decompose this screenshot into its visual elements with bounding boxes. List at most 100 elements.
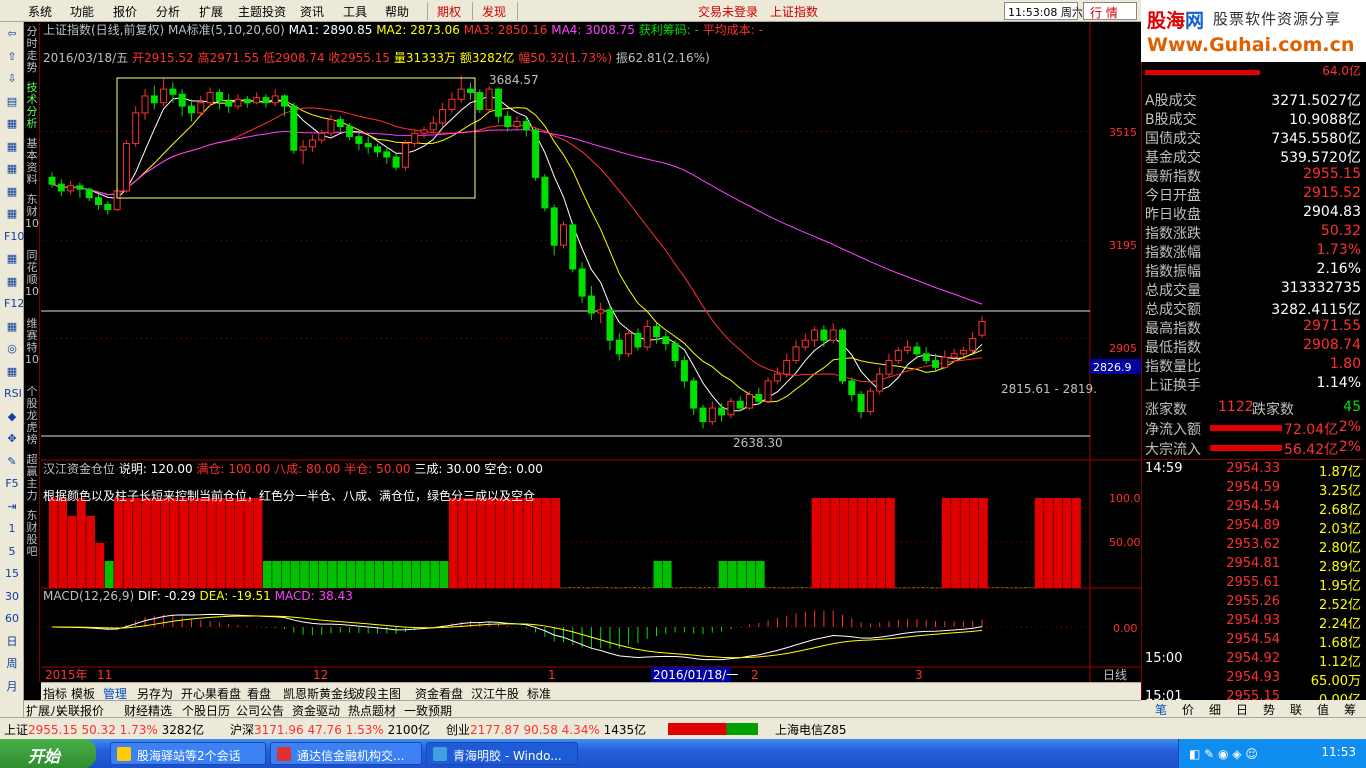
right-tab-7[interactable]: 筹 [1344,701,1356,718]
side-tab-3[interactable]: 东财10 [25,194,39,230]
quote-tab[interactable]: 行 情 [1083,2,1137,20]
stat-value: 7345.5580亿 [1271,131,1361,147]
toolbar-icon-17[interactable]: ◆ [4,409,20,425]
cy-index[interactable]: 创业2177.87 90.58 4.34% 1435亿 [446,721,646,738]
side-tab-0[interactable]: 分时走势 [25,26,39,74]
menu-theme-invest[interactable]: 主题投资 [238,3,286,20]
toolbar-icon-4[interactable]: ▦ [4,116,20,132]
candle-body [346,125,354,138]
toolbar-icon-16[interactable]: RSI [4,386,22,402]
toolbar-icon-15[interactable]: ▦ [4,364,20,380]
tick-row[interactable]: 15:00 2954.92 1.12亿 [1142,651,1364,670]
menu-system[interactable]: 系统 [28,3,52,20]
candle-body [885,360,893,375]
server-name[interactable]: 上海电信Z85 [775,721,847,738]
tray-icons[interactable]: ◧ ✎ ◉ ◈ ☺ [1189,747,1258,761]
tick-row[interactable]: 2954.54 1.68亿 [1142,632,1364,651]
tick-row[interactable]: 2955.61 1.95亿 [1142,575,1364,594]
toolbar-icon-10[interactable]: ▦ [4,251,20,267]
toolbar-icon-19[interactable]: ✎ [4,454,20,470]
toolbar-icon-2[interactable]: ⇩ [4,71,20,87]
toolbar-icon-8[interactable]: ▦ [4,206,20,222]
position-bar [886,498,895,588]
menu-help[interactable]: 帮助 [385,3,409,20]
toolbar-icon-27[interactable]: 日 [4,634,20,650]
sz-index[interactable]: 沪深3171.96 47.76 1.53% 2100亿 [230,721,430,738]
right-tab-0[interactable]: 笔 [1155,701,1167,718]
side-tab-7[interactable]: 超赢主力 [25,454,39,502]
menu-quote[interactable]: 报价 [113,3,137,20]
toolbar-icon-14[interactable]: ◎ [4,341,20,357]
side-tab-6[interactable]: 个股龙虎榜 [25,386,39,446]
right-tab-1[interactable]: 价 [1182,701,1194,718]
toolbar-icon-25[interactable]: 30 [4,589,20,605]
toolbar-icon-28[interactable]: 周 [4,656,20,672]
tick-row[interactable]: 2954.89 2.03亿 [1142,518,1364,537]
toolbar-icon-24[interactable]: 15 [4,566,20,582]
discover-button[interactable]: 发现 [482,3,506,20]
toolbar-icon-1[interactable]: ⇧ [4,49,20,65]
toolbar-icon-29[interactable]: 月 [4,679,20,695]
toolbar-icon-13[interactable]: ▦ [4,319,20,335]
current-index-name: 上证指数 [770,5,819,19]
task-guhai[interactable]: 股海驿站等2个会话 [110,742,266,765]
tick-row[interactable]: 2954.93 2.24亿 [1142,613,1364,632]
position-bar [262,561,272,588]
trade-login-status[interactable]: 交易未登录 [698,3,758,20]
position-bar [876,498,886,588]
options-button[interactable]: 期权 [437,3,461,20]
menu-extend[interactable]: 扩展 [199,3,223,20]
tick-row[interactable]: 2953.62 2.80亿 [1142,537,1364,556]
stat-label: 指数涨跌 [1145,226,1201,242]
stat-row-5: 今日开盘 2915.52 [1142,185,1364,204]
right-tab-4[interactable]: 势 [1263,701,1275,718]
side-tab-8[interactable]: 东财股吧 [25,510,39,558]
toolbar-icon-23[interactable]: 5 [4,544,20,560]
toolbar-icon-11[interactable]: ▦ [4,274,20,290]
kline-chart-area[interactable]: 上证指数(日线,前复权) MA标准(5,10,20,60) MA1: 2890.… [41,22,1141,682]
toolbar-icon-7[interactable]: ▦ [4,184,20,200]
candle-body [178,93,186,107]
toolbar-icon-20[interactable]: F5 [4,476,20,492]
candle-body [922,353,930,362]
tick-row[interactable]: 2954.59 3.25亿 [1142,480,1364,499]
toolbar-icon-12[interactable]: F12 [4,296,24,312]
menu-analysis[interactable]: 分析 [156,3,180,20]
start-button[interactable]: 开始 [0,739,96,768]
right-tab-5[interactable]: 联 [1290,701,1302,718]
menu-news[interactable]: 资讯 [300,3,324,20]
toolbar-icon-9[interactable]: F10 [4,229,24,245]
side-tab-5[interactable]: 维赛特10 [25,318,39,366]
kline-svg[interactable]: 上证指数(日线,前复权) MA标准(5,10,20,60) MA1: 2890.… [41,22,1141,682]
toolbar-icon-26[interactable]: 60 [4,611,20,627]
tick-row[interactable]: 2954.93 65.00万 [1142,670,1364,689]
stat-label: A股成交 [1145,93,1197,109]
task-qhmj[interactable]: 青海明胶 - Windo... [426,742,578,765]
toolbar-icon-5[interactable]: ▦ [4,139,20,155]
right-tab-2[interactable]: 细 [1209,701,1221,718]
right-tab-6[interactable]: 值 [1317,701,1329,718]
toolbar-icon-21[interactable]: ⇥ [4,499,20,515]
side-tab-2[interactable]: 基本资料 [25,138,39,186]
period-label[interactable]: 日线 [1103,668,1127,682]
menu-tools[interactable]: 工具 [343,3,367,20]
menu-function[interactable]: 功能 [70,3,94,20]
tick-row[interactable]: 2954.54 2.68亿 [1142,499,1364,518]
candle-body [839,329,846,382]
toolbar-icon-6[interactable]: ▦ [4,161,20,177]
toolbar-icon-0[interactable]: ⇦ [4,26,20,42]
candle-body [587,295,595,314]
candle-body [820,329,828,341]
side-tab-4[interactable]: 同花顺10 [25,250,39,298]
tick-row[interactable]: 14:59 2954.33 1.87亿 [1142,461,1364,480]
toolbar-icon-3[interactable]: ▤ [4,94,20,110]
position-bar [439,561,449,588]
toolbar-icon-18[interactable]: ✥ [4,431,20,447]
right-tab-3[interactable]: 日 [1236,701,1248,718]
tick-row[interactable]: 2955.26 2.52亿 [1142,594,1364,613]
sh-index[interactable]: 上证2955.15 50.32 1.73% 3282亿 [4,721,204,738]
task-tdx[interactable]: 通达信金融机构交... [270,742,422,765]
tick-row[interactable]: 2954.81 2.89亿 [1142,556,1364,575]
side-tab-1[interactable]: 技术分析 [25,82,39,130]
toolbar-icon-22[interactable]: 1 [4,521,20,537]
